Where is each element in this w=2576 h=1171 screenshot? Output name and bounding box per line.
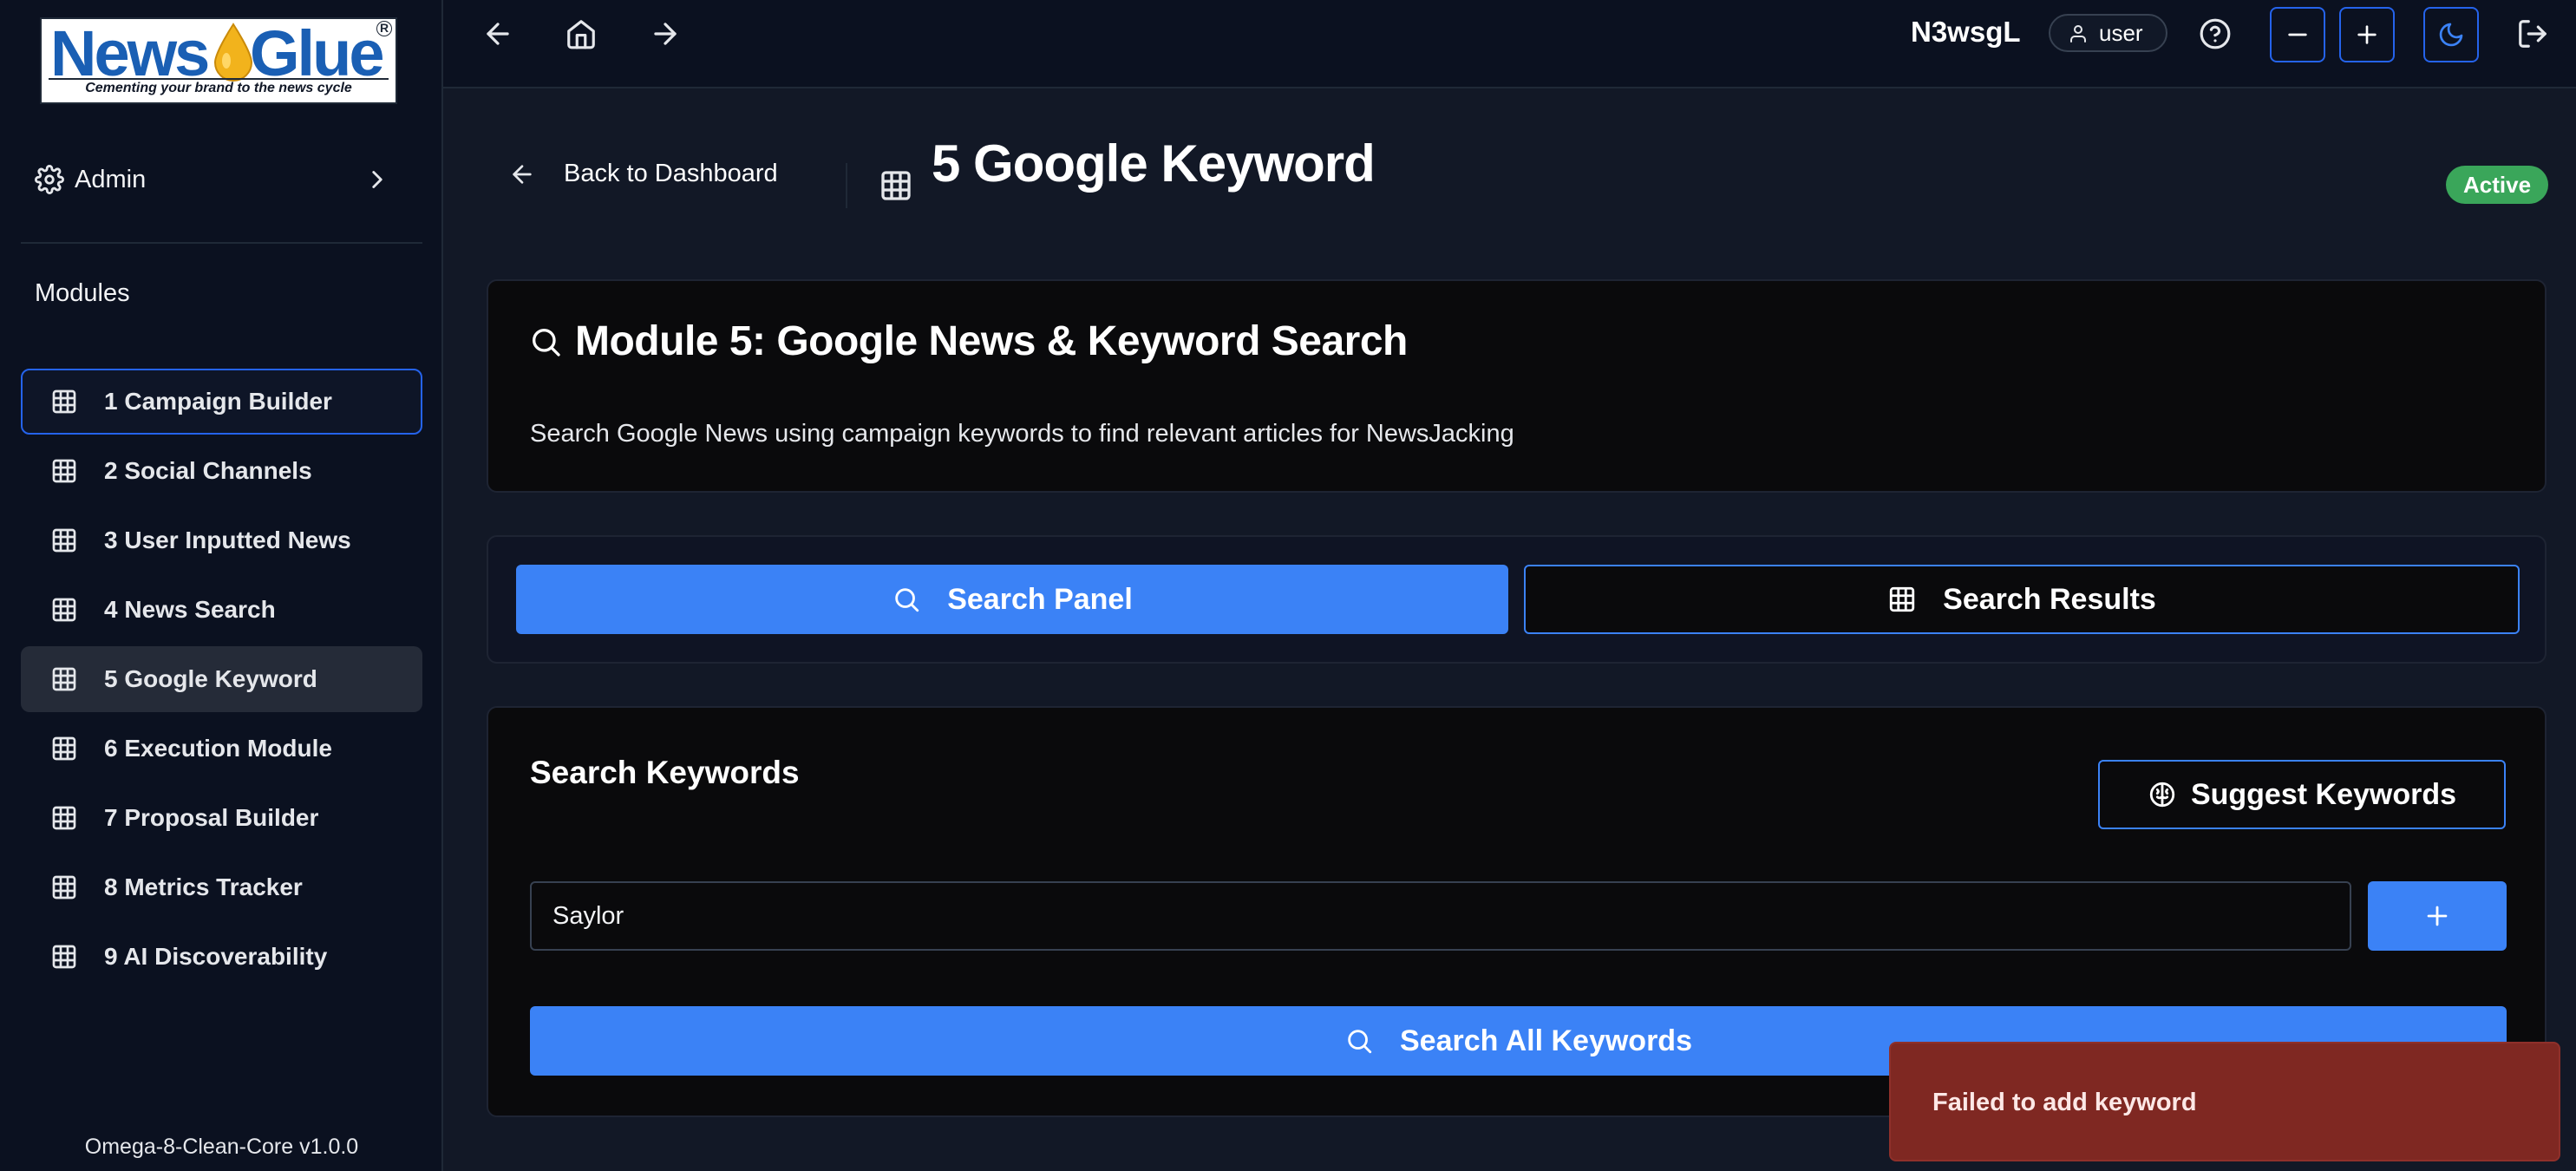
sidebar-item-ai-discoverability[interactable]: 9 AI Discoverability [21,924,422,990]
logo-tagline: Cementing your brand to the news cycle [49,78,389,97]
app-version: Omega-8-Clean-Core v1.0.0 [84,1135,359,1159]
sidebar-divider [21,242,422,244]
search-icon [533,328,560,357]
search-keywords-heading: Search Keywords [530,755,800,790]
brain-icon [2149,782,2175,808]
sidebar-item-label: 8 Metrics Tracker [104,873,303,900]
sidebar-item-google-keyword[interactable]: 5 Google Keyword [21,646,422,712]
back-arrow-icon [513,164,532,184]
sidebar-item-label: 5 Google Keyword [104,665,317,692]
back-to-dashboard-label: Back to Dashboard [564,160,778,187]
add-keyword-button[interactable] [2368,881,2507,951]
moon-icon [2439,23,2463,47]
admin-label: Admin [75,165,147,193]
sidebar-item-label: 7 Proposal Builder [104,804,319,831]
top-bar: N3wsgL user [443,0,2576,88]
registered-mark: R [376,21,392,36]
sidebar-item-metrics-tracker[interactable]: 8 Metrics Tracker [21,854,422,920]
plus-icon [2427,906,2448,926]
suggest-keywords-button[interactable]: Suggest Keywords [2098,760,2506,829]
logo-word-news: News [50,17,210,89]
suggest-keywords-label: Suggest Keywords [2190,777,2457,811]
search-icon [1348,1030,1372,1054]
theme-toggle-button[interactable] [2423,7,2479,62]
role-label: user [2099,20,2143,46]
help-icon[interactable] [2199,17,2232,50]
sidebar-item-user-inputted-news[interactable]: 3 User Inputted News [21,507,422,573]
sidebar-item-execution-module[interactable]: 6 Execution Module [21,716,422,782]
error-toast[interactable]: Failed to add keyword [1889,1042,2560,1161]
username: N3wsgL [1911,16,2021,48]
sidebar-item-label: 2 Social Channels [104,457,312,484]
module-title: Module 5: Google News & Keyword Search [528,317,1408,365]
module-title-text: Module 5: Google News & Keyword Search [575,318,1408,364]
sidebar: News Glue R Cementing your brand to the … [0,0,443,1171]
tab-label: Search Panel [947,582,1133,616]
grid-icon [52,945,76,969]
plus-icon [2357,25,2377,44]
grid-icon [881,171,911,200]
admin-menu[interactable]: Admin [21,156,408,203]
sidebar-item-label: 9 AI Discoverability [104,943,328,970]
tab-search-results[interactable]: Search Results [1524,565,2520,634]
tab-search-panel[interactable]: Search Panel [516,565,1508,634]
grid-icon [52,389,76,414]
sidebar-item-campaign-builder[interactable]: 1 Campaign Builder [21,369,422,435]
home-icon[interactable] [565,17,598,50]
sidebar-item-label: 1 Campaign Builder [104,388,332,415]
toast-message: Failed to add keyword [1932,1089,2197,1116]
gear-icon [35,165,64,194]
sidebar-item-social-channels[interactable]: 2 Social Channels [21,438,422,504]
user-icon [2070,25,2086,43]
grid-icon [52,806,76,830]
grid-icon [52,598,76,622]
modules-heading: Modules [35,279,130,307]
role-badge: user [2049,14,2167,52]
tab-bar: Search Panel Search Results [487,535,2547,664]
header-divider [846,163,847,208]
search-all-keywords-label: Search All Keywords [1400,1024,1692,1057]
module-info-card: Module 5: Google News & Keyword Search S… [487,279,2547,493]
search-icon [895,588,919,612]
forward-arrow-icon[interactable] [649,17,682,50]
grid-icon [52,736,76,761]
grid-icon [52,667,76,691]
tab-label: Search Results [1943,582,2156,616]
grid-icon [52,528,76,553]
newsglue-logo[interactable]: News Glue R Cementing your brand to the … [40,17,397,104]
logo-word-glue: Glue [250,17,384,89]
logout-icon[interactable] [2516,17,2549,50]
back-to-dashboard-button[interactable]: Back to Dashboard [508,160,778,188]
sidebar-item-label: 6 Execution Module [104,735,332,762]
glue-drop-icon [213,23,253,82]
zoom-out-button[interactable] [2270,7,2325,62]
keyword-input[interactable] [530,881,2351,951]
sidebar-item-label: 3 User Inputted News [104,527,351,553]
modules-nav: 1 Campaign Builder 2 Social Channels 3 U… [21,369,422,993]
module-description: Search Google News using campaign keywor… [530,420,1514,448]
sidebar-item-label: 4 News Search [104,596,276,623]
grid-icon [52,875,76,900]
back-arrow-icon[interactable] [481,17,514,50]
status-badge: Active [2446,166,2549,204]
sidebar-item-proposal-builder[interactable]: 7 Proposal Builder [21,785,422,851]
page-title: 5 Google Keyword [932,134,1376,193]
minus-icon [2288,33,2307,36]
grid-icon [1889,586,1915,612]
zoom-in-button[interactable] [2339,7,2395,62]
chevron-right-icon [372,171,382,188]
grid-icon [52,459,76,483]
sidebar-item-news-search[interactable]: 4 News Search [21,577,422,643]
